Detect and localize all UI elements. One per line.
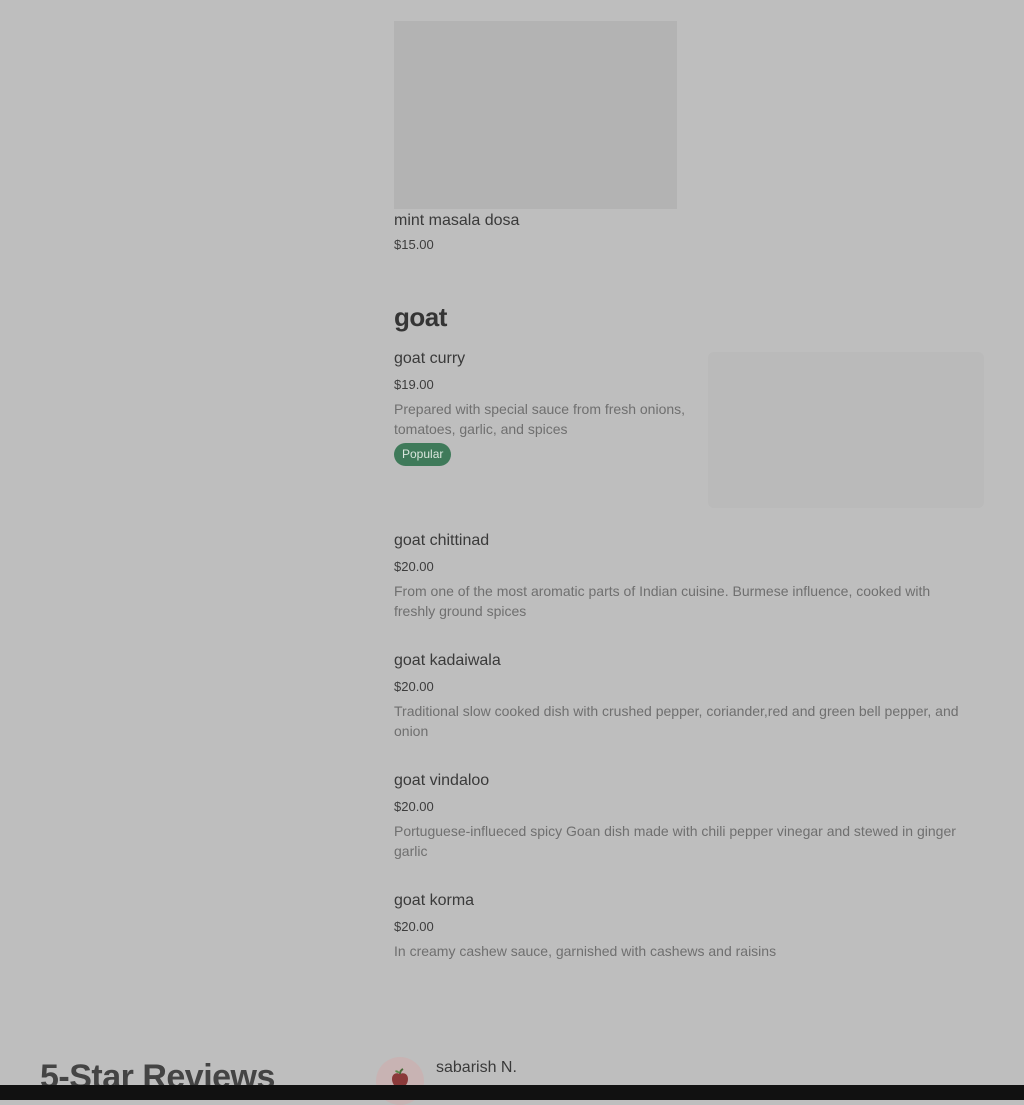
reviewer-name[interactable]: sabarish N. xyxy=(436,1059,517,1077)
menu-item-image[interactable] xyxy=(708,352,984,508)
menu-item-name[interactable]: goat vindaloo xyxy=(394,772,489,790)
menu-item-name[interactable]: mint masala dosa xyxy=(394,212,519,230)
menu-item-price: $20.00 xyxy=(394,799,434,814)
menu-item-name[interactable]: goat chittinad xyxy=(394,532,489,550)
bottom-bar xyxy=(0,1085,1024,1100)
menu-item-description: Traditional slow cooked dish with crushe… xyxy=(394,703,959,739)
section-title: goat xyxy=(394,302,447,332)
menu-item-price: $20.00 xyxy=(394,559,434,574)
menu-item-name[interactable]: goat korma xyxy=(394,892,474,910)
menu-item-name[interactable]: goat kadaiwala xyxy=(394,652,501,670)
menu-item-price: $15.00 xyxy=(394,237,434,252)
menu-item-price: $19.00 xyxy=(394,377,434,392)
menu-item-description: Portuguese-influeced spicy Goan dish mad… xyxy=(394,823,956,859)
menu-item-price: $20.00 xyxy=(394,919,434,934)
menu-item-price: $20.00 xyxy=(394,679,434,694)
menu-item-description: In creamy cashew sauce, garnished with c… xyxy=(394,943,777,959)
menu-item-image[interactable] xyxy=(394,21,677,209)
menu-item-description: From one of the most aromatic parts of I… xyxy=(394,583,931,619)
menu-item-description: Prepared with special sauce from fresh o… xyxy=(394,401,686,437)
menu-item-name[interactable]: goat curry xyxy=(394,350,465,368)
popular-badge: Popular xyxy=(394,443,452,466)
